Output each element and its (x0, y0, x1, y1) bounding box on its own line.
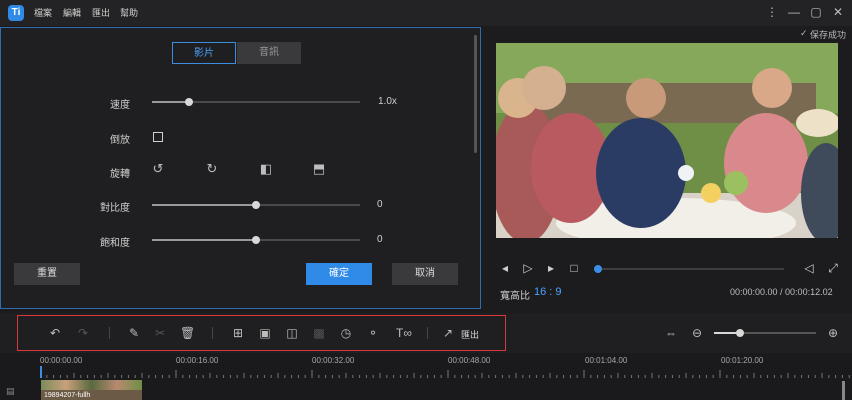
microphone-icon[interactable]: ⚬ (366, 326, 380, 340)
toolbar-divider (427, 327, 428, 339)
export-button[interactable]: 匯出 (461, 328, 479, 341)
cancel-button[interactable]: 取消 (392, 263, 458, 285)
redo-icon[interactable]: ↷ (76, 326, 90, 340)
tab-audio[interactable]: 音訊 (237, 42, 301, 64)
reset-button[interactable]: 重置 (14, 263, 80, 285)
trash-icon[interactable]: 🗑 (180, 326, 195, 340)
reverse-label: 倒放 (110, 135, 130, 146)
undo-icon[interactable]: ↶ (48, 326, 62, 340)
timeline-tick-label: 00:00:48.00 (448, 356, 491, 365)
flip-vertical-icon[interactable]: ⬒ (312, 161, 326, 177)
volume-icon[interactable]: ◁ (802, 261, 816, 275)
zoom-slider-handle[interactable] (735, 329, 744, 337)
play-icon[interactable]: ▷ (521, 261, 535, 275)
fullscreen-icon[interactable]: ⤢ (826, 261, 840, 276)
timeline-tick-label: 00:01:20.00 (721, 356, 764, 365)
timeline-tick-label: 00:00:32.00 (312, 356, 355, 365)
zoom-out-icon[interactable]: ⊖ (690, 326, 704, 340)
playback-progress-handle[interactable] (594, 265, 602, 273)
minimize-button[interactable]: — (786, 4, 802, 20)
clip-thumbnail (41, 380, 142, 390)
clock-icon[interactable]: ◷ (339, 326, 353, 340)
toolbar-divider (212, 327, 213, 339)
more-icon[interactable]: ⋮ (764, 4, 780, 20)
speed-value: 1.0x (378, 96, 397, 107)
contrast-slider-handle[interactable] (252, 201, 260, 209)
timeline-ruler[interactable] (40, 370, 852, 378)
timeline-scrollbar[interactable] (842, 381, 845, 400)
speed-slider[interactable] (152, 101, 360, 103)
saturation-label: 飽和度 (100, 238, 130, 249)
app-logo-icon: Ti (8, 5, 24, 21)
maximize-button[interactable]: ▢ (808, 4, 824, 20)
playback-progress-track[interactable] (598, 268, 784, 270)
zoom-in-icon[interactable]: ⊕ (826, 326, 840, 340)
share-icon[interactable]: ↗ (441, 326, 455, 340)
aspect-ratio-label: 寬高比 (500, 291, 530, 302)
clip-name: 19894207-fullh (44, 392, 91, 399)
close-button[interactable]: ✕ (830, 4, 846, 20)
ok-button[interactable]: 確定 (306, 263, 372, 285)
pip-icon[interactable]: ▩ (312, 326, 326, 340)
rotate-label: 旋轉 (110, 169, 130, 180)
playback-time: 00:00:00.00 / 00:00:12.02 (730, 287, 833, 297)
mosaic-icon[interactable]: ▣ (258, 326, 272, 340)
rotate-left-icon[interactable]: ↺ (151, 161, 165, 177)
track-icon: ▤ (6, 386, 15, 396)
tab-video[interactable]: 影片 (172, 42, 236, 64)
speed-label: 速度 (110, 100, 130, 111)
rotate-right-icon[interactable]: ↻ (205, 161, 219, 177)
reverse-checkbox[interactable] (153, 132, 163, 142)
timeline-tick-label: 00:00:16.00 (176, 356, 219, 365)
saturation-slider-handle[interactable] (252, 236, 260, 244)
timeline-tick-label: 00:01:04.00 (585, 356, 628, 365)
prev-frame-icon[interactable]: ◂ (498, 261, 512, 275)
menu-export[interactable]: 匯出 (92, 6, 110, 19)
timeline-tick-label: 00:00:00.00 (40, 356, 83, 365)
video-preview (496, 43, 838, 238)
toolbar-divider (109, 327, 110, 339)
menu-file[interactable]: 檔案 (34, 6, 52, 19)
panel-scrollbar[interactable] (474, 35, 477, 153)
crop-icon[interactable]: ⊞ (231, 326, 245, 340)
stop-icon[interactable]: □ (567, 261, 581, 275)
menu-help[interactable]: 幫助 (120, 6, 138, 19)
preview-frame-image (496, 43, 838, 238)
flip-horizontal-icon[interactable]: ◧ (259, 161, 273, 177)
save-status: 保存成功 (810, 30, 847, 40)
scissors-icon[interactable]: ✂ (153, 326, 167, 340)
next-frame-icon[interactable]: ▸ (544, 261, 558, 275)
menu-edit[interactable]: 編輯 (63, 6, 81, 19)
pencil-icon[interactable]: ✎ (127, 326, 141, 340)
contrast-value: 0 (377, 199, 383, 210)
saturation-value: 0 (377, 234, 383, 245)
fit-icon[interactable]: ⇔ (664, 326, 678, 340)
split-icon[interactable]: ◫ (285, 326, 299, 340)
text-icon[interactable]: T∞ (392, 326, 416, 340)
aspect-ratio-value[interactable]: 16 : 9 (534, 286, 562, 298)
saved-check-icon: ✓ (800, 28, 808, 38)
contrast-label: 對比度 (100, 203, 130, 214)
timeline-playhead[interactable] (40, 366, 42, 378)
